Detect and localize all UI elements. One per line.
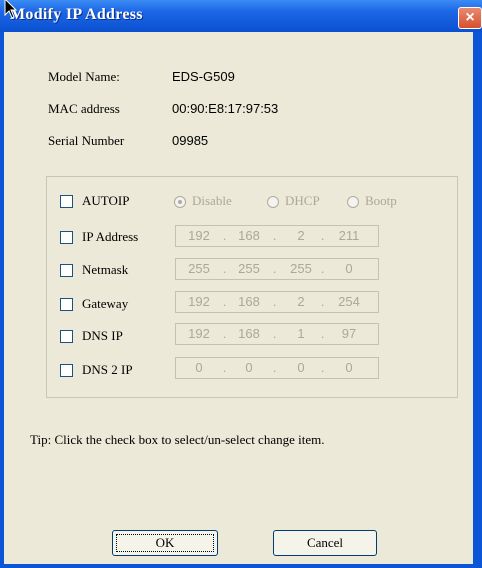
- octet: 168: [238, 228, 260, 243]
- dns-ip-checkbox[interactable]: [60, 330, 73, 343]
- close-icon: ×: [465, 9, 475, 26]
- octet: 192: [188, 228, 210, 243]
- autoip-label: AUTOIP: [82, 193, 130, 208]
- close-button[interactable]: ×: [458, 7, 482, 29]
- netmask-input[interactable]: 255. 255. 255. 0: [175, 258, 379, 280]
- title-bar[interactable]: Modify IP Address ×: [0, 0, 482, 32]
- octet: 192: [188, 294, 210, 309]
- model-name-value: EDS-G509: [172, 69, 235, 84]
- serial-number-label: Serial Number: [48, 133, 125, 148]
- dns2-ip-label: DNS 2 IP: [82, 362, 133, 377]
- cancel-button[interactable]: Cancel: [273, 530, 377, 556]
- octet: 255: [290, 261, 312, 276]
- ip-address-checkbox[interactable]: [60, 231, 73, 244]
- ip-address-label: IP Address: [82, 229, 139, 244]
- dns-ip-label: DNS IP: [82, 328, 123, 343]
- mac-address-value: 00:90:E8:17:97:53: [172, 101, 279, 116]
- octet: 2: [297, 228, 305, 243]
- gateway-label: Gateway: [82, 296, 129, 311]
- serial-number-value: 09985: [172, 133, 209, 148]
- octet: 0: [345, 261, 353, 276]
- octet: 168: [238, 294, 260, 309]
- mac-address-label: MAC address: [48, 101, 120, 116]
- octet: 192: [188, 326, 210, 341]
- tip-text: Tip: Click the check box to select/un-se…: [30, 432, 325, 447]
- cancel-button-label: Cancel: [306, 535, 344, 550]
- octet: 255: [238, 261, 260, 276]
- dns-ip-input[interactable]: 192. 168. 1. 97: [175, 323, 379, 345]
- octet: 0: [195, 360, 203, 375]
- dns2-ip-input[interactable]: 0. 0. 0. 0: [175, 357, 379, 379]
- radio-disable[interactable]: [174, 196, 186, 208]
- netmask-label: Netmask: [82, 262, 129, 277]
- model-name-label: Model Name:: [48, 69, 120, 84]
- gateway-input[interactable]: 192. 168. 2. 254: [175, 291, 379, 313]
- octet: 255: [188, 261, 210, 276]
- octet: 211: [338, 228, 360, 243]
- gateway-checkbox[interactable]: [60, 298, 73, 311]
- radio-dhcp-label: DHCP: [285, 193, 320, 208]
- focus-rect: [116, 534, 214, 552]
- dns2-ip-checkbox[interactable]: [60, 364, 73, 377]
- octet: 168: [238, 326, 260, 341]
- radio-bootp-label: Bootp: [365, 193, 397, 208]
- octet: 2: [297, 294, 305, 309]
- autoip-checkbox[interactable]: [60, 195, 73, 208]
- radio-bootp[interactable]: [347, 196, 359, 208]
- dialog-title: Modify IP Address: [10, 6, 143, 23]
- ip-address-input[interactable]: 192. 168. 2. 211: [175, 225, 379, 247]
- mouse-cursor-icon: [4, 0, 18, 19]
- ok-button[interactable]: OK: [112, 530, 218, 556]
- netmask-checkbox[interactable]: [60, 264, 73, 277]
- octet: 0: [245, 360, 253, 375]
- radio-dhcp[interactable]: [267, 196, 279, 208]
- octet: 0: [297, 360, 305, 375]
- dialog-body: Model Name: EDS-G509 MAC address 00:90:E…: [4, 32, 473, 564]
- octet: 97: [341, 326, 357, 341]
- octet: 1: [297, 326, 305, 341]
- octet: 0: [345, 360, 353, 375]
- octet: 254: [338, 294, 360, 309]
- modify-ip-dialog: Modify IP Address × Model Name: EDS-G509…: [0, 0, 482, 568]
- radio-disable-label: Disable: [192, 193, 232, 208]
